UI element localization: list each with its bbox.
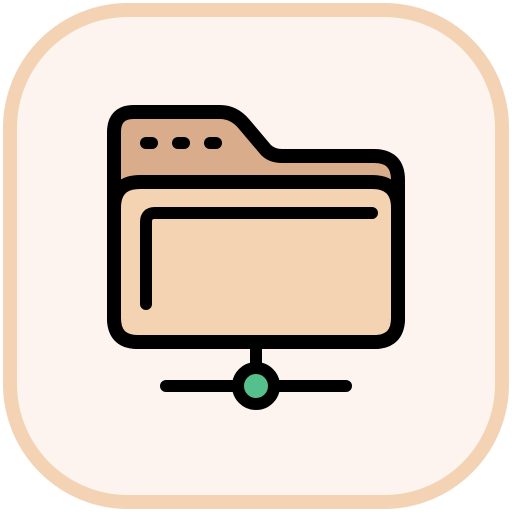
network-node [232, 362, 280, 410]
folder-front [107, 175, 405, 349]
network-folder-app-icon [0, 0, 512, 512]
network-folder-icon [3, 3, 509, 509]
